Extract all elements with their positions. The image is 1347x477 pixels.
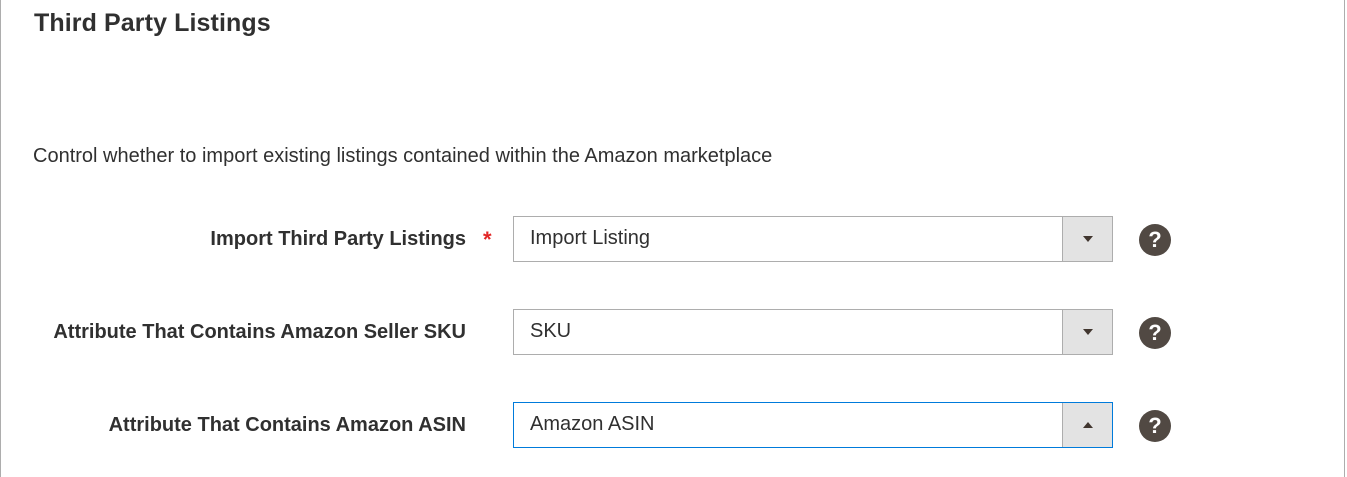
help-icon[interactable]: ? xyxy=(1139,224,1171,256)
seller-sku-attribute-select[interactable]: SKU xyxy=(513,309,1113,355)
field-seller-sku-attribute: Attribute That Contains Amazon Seller SK… xyxy=(1,309,1346,355)
field-import-third-party-listings: Import Third Party Listings * Import Lis… xyxy=(1,216,1346,262)
select-value: Amazon ASIN xyxy=(530,413,655,435)
select-value: SKU xyxy=(530,320,572,342)
field-asin-attribute: Attribute That Contains Amazon ASIN Amaz… xyxy=(1,402,1346,448)
field-label-seller-sku-attribute: Attribute That Contains Amazon Seller SK… xyxy=(53,321,466,343)
third-party-listings-panel: Third Party Listings Control whether to … xyxy=(0,0,1345,477)
select-arrow-button[interactable] xyxy=(1062,217,1112,261)
import-third-party-listings-select[interactable]: Import Listing xyxy=(513,216,1113,262)
section-description: Control whether to import existing listi… xyxy=(33,145,773,167)
chevron-down-icon xyxy=(1083,329,1093,335)
help-icon[interactable]: ? xyxy=(1139,317,1171,349)
help-icon[interactable]: ? xyxy=(1139,410,1171,442)
asin-attribute-select[interactable]: Amazon ASIN xyxy=(513,402,1113,448)
field-label-import-third-party-listings: Import Third Party Listings xyxy=(210,228,466,250)
chevron-down-icon xyxy=(1083,236,1093,242)
section-title: Third Party Listings xyxy=(34,9,271,37)
select-arrow-button[interactable] xyxy=(1062,310,1112,354)
required-indicator: * xyxy=(483,227,492,252)
select-arrow-button[interactable] xyxy=(1062,403,1112,447)
chevron-up-icon xyxy=(1083,422,1093,428)
field-label-asin-attribute: Attribute That Contains Amazon ASIN xyxy=(108,414,466,436)
select-value: Import Listing xyxy=(530,227,651,249)
